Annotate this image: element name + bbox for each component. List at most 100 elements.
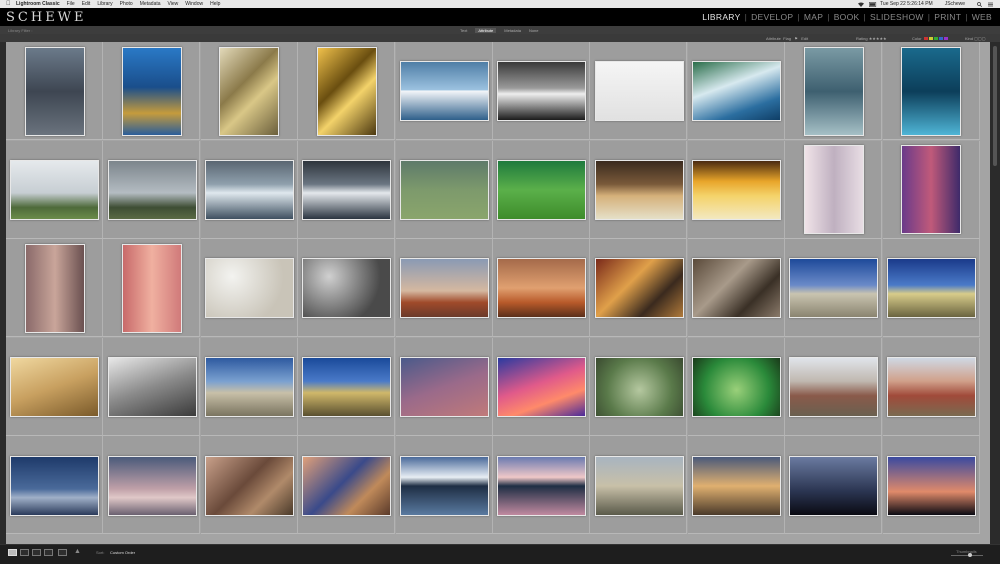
photo-thumbnail-abstract-blur-vivid[interactable]: [497, 357, 587, 418]
photo-thumbnail-fried-chicken-sign-dark[interactable]: [594, 159, 684, 220]
grid-cell[interactable]: [103, 140, 201, 239]
kind-icons[interactable]: ▢▢▢: [974, 36, 985, 41]
grid-cell[interactable]: [785, 436, 883, 535]
grid-cell[interactable]: [590, 436, 688, 535]
menubar-user[interactable]: JSchewe: [945, 1, 965, 7]
photo-thumbnail-market-vendor-color[interactable]: [594, 258, 684, 319]
module-print[interactable]: PRINT: [934, 12, 961, 22]
color-green-swatch[interactable]: [933, 37, 938, 41]
grid-cell[interactable]: [493, 42, 590, 140]
color-yellow-swatch[interactable]: [928, 37, 933, 41]
grid-cell[interactable]: [590, 140, 688, 239]
grid-cell[interactable]: [395, 42, 493, 140]
flag-icon[interactable]: ⚑: [794, 36, 798, 41]
photo-thumbnail-iceberg-grey-sky[interactable]: [204, 159, 294, 220]
grid-cell[interactable]: [298, 239, 396, 338]
compare-view-button[interactable]: [32, 549, 41, 556]
spray-can-icon[interactable]: ▲: [74, 548, 83, 555]
grid-cell[interactable]: [6, 140, 103, 239]
color-blue-swatch[interactable]: [938, 37, 943, 41]
grid-cell[interactable]: [590, 42, 688, 140]
grid-view-button[interactable]: [8, 549, 17, 556]
photo-thumbnail-iceberg-bw[interactable]: [497, 61, 587, 122]
module-book[interactable]: BOOK: [834, 12, 860, 22]
photo-thumbnail-stairs-purple[interactable]: [901, 145, 962, 235]
menu-photo[interactable]: Photo: [120, 1, 133, 7]
survey-view-button[interactable]: [44, 549, 53, 556]
grid-cell[interactable]: [298, 140, 396, 239]
color-red-swatch[interactable]: [923, 37, 928, 41]
grid-cell[interactable]: [785, 239, 883, 338]
photo-thumbnail-path-to-mountains-light[interactable]: [10, 159, 100, 220]
photo-thumbnail-mountain-reflection-cool[interactable]: [399, 455, 489, 516]
sort-order-dropdown[interactable]: Custom Order: [110, 550, 135, 555]
photo-thumbnail-sand-dune-warm[interactable]: [10, 357, 100, 418]
grid-cell[interactable]: [882, 42, 980, 140]
menu-window[interactable]: Window: [185, 1, 203, 7]
grid-cell[interactable]: [395, 337, 493, 436]
module-develop[interactable]: DEVELOP: [751, 12, 793, 22]
grid-cell[interactable]: [200, 140, 298, 239]
people-view-button[interactable]: [58, 549, 67, 556]
photo-thumbnail-agave-muted[interactable]: [594, 357, 684, 418]
photo-thumbnail-mountain-reflection-pink[interactable]: [497, 455, 587, 516]
filter-tab-attribute[interactable]: Attribute: [475, 27, 497, 33]
photo-thumbnail-grain-elevator-vivid[interactable]: [886, 258, 976, 319]
photo-thumbnail-sand-swirls-neutral[interactable]: [219, 46, 280, 136]
module-web[interactable]: WEB: [972, 12, 992, 22]
module-slideshow[interactable]: SLIDESHOW: [870, 12, 924, 22]
grid-cell[interactable]: [200, 42, 298, 140]
flag-label[interactable]: Flag: [783, 36, 791, 41]
menu-file[interactable]: File: [67, 1, 75, 7]
photo-thumbnail-monument-cityscape-grey[interactable]: [594, 455, 684, 516]
photo-thumbnail-church-green-hills-muted[interactable]: [399, 159, 489, 220]
menu-metadata[interactable]: Metadata: [140, 1, 161, 7]
photo-thumbnail-rock-silhouette-sunset[interactable]: [886, 455, 976, 516]
photo-thumbnail-waterfall-motion[interactable]: [691, 61, 781, 122]
photo-thumbnail-white-paper-minimal[interactable]: [594, 61, 684, 122]
grid-cell[interactable]: [687, 239, 785, 338]
grid-cell[interactable]: [493, 337, 590, 436]
edit-label[interactable]: Edit: [801, 36, 808, 41]
photo-thumbnail-grain-elevator-day[interactable]: [204, 357, 294, 418]
photo-thumbnail-monument-valley-dusk[interactable]: [399, 258, 489, 319]
filter-tab-metadata[interactable]: Metadata: [504, 28, 521, 33]
right-panel-collapsed[interactable]: [990, 42, 1000, 544]
menu-help[interactable]: Help: [210, 1, 220, 7]
grid-cell[interactable]: [687, 436, 785, 535]
photo-thumbnail-abstract-blur-muted[interactable]: [399, 357, 489, 418]
grid-cell[interactable]: [200, 436, 298, 535]
grid-cell[interactable]: [687, 337, 785, 436]
battery-icon[interactable]: [869, 1, 877, 7]
photo-thumbnail-sand-dune-bw[interactable]: [107, 357, 197, 418]
module-library[interactable]: LIBRARY: [702, 12, 740, 22]
grid-cell[interactable]: [590, 239, 688, 338]
grid-cell[interactable]: [103, 436, 201, 535]
search-icon[interactable]: [977, 1, 983, 7]
photo-thumbnail-glass-tower-reflection-color[interactable]: [122, 46, 183, 136]
grid-cell[interactable]: [103, 337, 201, 436]
thumbnail-size-slider-track[interactable]: [951, 555, 983, 556]
menu-list-icon[interactable]: [988, 2, 994, 7]
photo-thumbnail-market-vendor-sepia[interactable]: [691, 258, 781, 319]
photo-thumbnail-stairs-pastel[interactable]: [803, 145, 864, 235]
menu-edit[interactable]: Edit: [82, 1, 91, 7]
grid-cell[interactable]: [687, 42, 785, 140]
wifi-icon[interactable]: [858, 2, 865, 7]
grid-cell[interactable]: [493, 140, 590, 239]
filter-tab-text[interactable]: Text: [460, 28, 467, 33]
grid-cell[interactable]: [200, 239, 298, 338]
photo-thumbnail-rock-silhouette-blue[interactable]: [789, 455, 879, 516]
photo-thumbnail-farmhouse-blue-dusk[interactable]: [10, 455, 100, 516]
grid-cell[interactable]: [882, 140, 980, 239]
grid-cell[interactable]: [6, 337, 103, 436]
filter-tab-none[interactable]: None: [529, 28, 539, 33]
photo-thumbnail-old-car-building-muted[interactable]: [789, 357, 879, 418]
grid-cell[interactable]: [882, 239, 980, 338]
photo-thumbnail-iceberg-dramatic[interactable]: [302, 159, 392, 220]
rating-stars-icon[interactable]: ★★★★★: [869, 36, 887, 41]
menubar-datetime[interactable]: Tue Sep 22 5:26:14 PM: [880, 1, 933, 7]
photo-thumbnail-man-with-donkeys-color[interactable]: [302, 455, 392, 516]
grid-cell[interactable]: [103, 239, 201, 338]
grid-cell[interactable]: [298, 436, 396, 535]
